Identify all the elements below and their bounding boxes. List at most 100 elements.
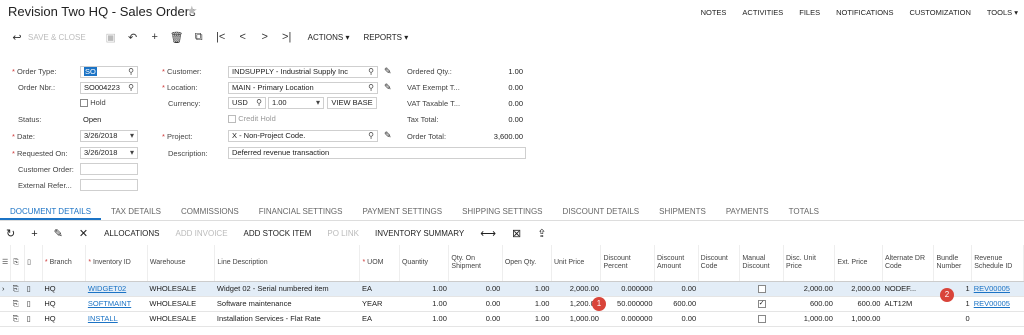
edit-icon[interactable]: ✎: [54, 227, 63, 240]
col-branch[interactable]: Branch: [42, 245, 87, 282]
reports-menu[interactable]: REPORTS ▾: [363, 33, 408, 42]
save-icon[interactable]: ▣: [100, 31, 122, 44]
cell-discount-code[interactable]: [698, 296, 740, 312]
manual-discount-checkbox[interactable]: [757, 315, 766, 323]
tab-tax-details[interactable]: TAX DETAILS: [101, 201, 171, 220]
activities-link[interactable]: ACTIVITIES: [742, 8, 783, 17]
currency-field[interactable]: USD ⚲: [228, 97, 266, 109]
cell-branch[interactable]: HQ: [42, 311, 86, 327]
fit-columns-icon[interactable]: ⟷: [480, 227, 496, 240]
cell-alternate-dr-code[interactable]: [882, 311, 934, 327]
notifications-link[interactable]: NOTIFICATIONS: [836, 8, 893, 17]
cell-alternate-dr-code[interactable]: ALT12M: [882, 296, 934, 312]
cell-branch[interactable]: HQ: [42, 281, 86, 297]
cell-warehouse[interactable]: WHOLESALE: [147, 296, 215, 312]
cell-quantity[interactable]: 1.00: [399, 311, 449, 327]
allocations-button[interactable]: ALLOCATIONS: [104, 229, 159, 238]
requested-on-field[interactable]: 3/26/2018 ▾: [80, 147, 138, 159]
manual-discount-checkbox[interactable]: [757, 285, 766, 293]
tab-discount-details[interactable]: DISCOUNT DETAILS: [553, 201, 650, 220]
col-warehouse[interactable]: Warehouse: [147, 245, 216, 282]
upload-icon[interactable]: ⇪: [537, 227, 546, 240]
cell-description[interactable]: Software maintenance: [214, 296, 360, 312]
cell-discount-percent[interactable]: 0.000000: [600, 311, 655, 327]
inventory-summary-button[interactable]: INVENTORY SUMMARY: [375, 229, 464, 238]
back-arrow-icon[interactable]: ↩: [6, 31, 28, 44]
table-row[interactable]: ⎘ ▯ HQ INSTALL WHOLESALE Installation Se…: [0, 311, 1024, 327]
col-uom[interactable]: UOM: [359, 245, 400, 282]
cell-inventory-id[interactable]: INSTALL: [85, 311, 148, 327]
cell-uom[interactable]: EA: [359, 311, 400, 327]
cell-warehouse[interactable]: WHOLESALE: [147, 281, 215, 297]
cell-branch[interactable]: HQ: [42, 296, 86, 312]
cell-unit-price[interactable]: 1,000.00: [551, 311, 601, 327]
add-stock-item-button[interactable]: ADD STOCK ITEM: [244, 229, 312, 238]
tab-shipping-settings[interactable]: SHIPPING SETTINGS: [452, 201, 552, 220]
credit-hold-checkbox[interactable]: [228, 114, 236, 123]
tab-document-details[interactable]: DOCUMENT DETAILS: [0, 201, 102, 220]
cell-revenue-schedule-id[interactable]: REV00005: [971, 296, 1024, 312]
col-line-description[interactable]: Line Description: [214, 245, 361, 282]
cell-warehouse[interactable]: WHOLESALE: [147, 311, 215, 327]
col-revenue-schedule-id[interactable]: Revenue Schedule ID: [971, 245, 1024, 282]
cell-inventory-id[interactable]: SOFTMAINT: [85, 296, 148, 312]
undo-icon[interactable]: ↶: [122, 31, 144, 44]
rate-field[interactable]: 1.00 ▾: [268, 97, 324, 109]
view-base-button[interactable]: VIEW BASE: [327, 97, 377, 109]
col-quantity[interactable]: Quantity: [399, 245, 450, 282]
customization-link[interactable]: CUSTOMIZATION: [909, 8, 970, 17]
favorite-star-icon[interactable]: ★: [186, 3, 198, 19]
tab-payment-settings[interactable]: PAYMENT SETTINGS: [352, 201, 452, 220]
edit-pencil-icon[interactable]: ✎: [384, 82, 392, 93]
cell-discount-amount[interactable]: 0.00: [654, 281, 699, 297]
add-icon[interactable]: +: [144, 31, 166, 43]
grid-settings-icon[interactable]: ☰: [0, 245, 12, 282]
cell-discount-amount[interactable]: 0.00: [654, 311, 699, 327]
cell-discount-amount[interactable]: 600.00: [654, 296, 699, 312]
date-field[interactable]: 3/26/2018 ▾: [80, 130, 138, 142]
col-qty-on-shipment[interactable]: Qty. On Shipment: [448, 245, 503, 282]
cell-description[interactable]: Installation Services - Flat Rate: [214, 311, 360, 327]
copy-paste-icon[interactable]: ⧉: [188, 31, 210, 44]
col-discount-percent[interactable]: Discount Percent: [600, 245, 655, 282]
cell-quantity[interactable]: 1.00: [399, 296, 449, 312]
hold-checkbox[interactable]: [80, 98, 88, 107]
actions-menu[interactable]: ACTIONS ▾: [308, 33, 350, 42]
cell-alternate-dr-code[interactable]: NODEF...: [882, 281, 934, 297]
edit-pencil-icon[interactable]: ✎: [384, 66, 392, 77]
cell-bundle-number[interactable]: 0: [933, 311, 972, 327]
manual-discount-checkbox-checked[interactable]: ✓: [757, 300, 766, 308]
notes-link[interactable]: NOTES: [701, 8, 727, 17]
tab-commissions[interactable]: COMMISSIONS: [171, 201, 249, 220]
cell-uom[interactable]: YEAR: [359, 296, 400, 312]
col-ext-price[interactable]: Ext. Price: [834, 245, 883, 282]
edit-pencil-icon[interactable]: ✎: [384, 130, 392, 141]
delete-row-icon[interactable]: ✕: [79, 227, 88, 240]
tab-totals[interactable]: TOTALS: [779, 201, 829, 220]
order-type-field[interactable]: SO ⚲: [80, 66, 138, 78]
cell-discount-code[interactable]: [698, 281, 740, 297]
col-unit-price[interactable]: Unit Price: [551, 245, 602, 282]
col-discount-code[interactable]: Discount Code: [698, 245, 741, 282]
cell-revenue-schedule-id[interactable]: REV00005: [971, 281, 1024, 297]
cell-ext-price[interactable]: 600.00: [834, 296, 883, 312]
cell-ext-price[interactable]: 2,000.00: [834, 281, 883, 297]
tab-financial-settings[interactable]: FINANCIAL SETTINGS: [249, 201, 353, 220]
location-field[interactable]: MAIN - Primary Location ⚲: [228, 82, 378, 94]
tools-menu[interactable]: TOOLS ▾: [987, 8, 1018, 17]
col-bundle-number[interactable]: Bundle Number: [933, 245, 973, 282]
next-record-icon[interactable]: >: [254, 31, 276, 43]
cell-uom[interactable]: EA: [359, 281, 400, 297]
col-discount-amount[interactable]: Discount Amount: [654, 245, 699, 282]
cell-discount-code[interactable]: [698, 311, 740, 327]
table-row[interactable]: ⎘ ▯ HQ SOFTMAINT WHOLESALE Software main…: [0, 296, 1024, 312]
add-row-icon[interactable]: +: [31, 228, 37, 240]
add-invoice-button[interactable]: ADD INVOICE: [176, 229, 228, 238]
last-record-icon[interactable]: >|: [276, 31, 298, 43]
cell-discount-percent[interactable]: 0.000000: [600, 281, 655, 297]
col-manual-discount[interactable]: Manual Discount: [739, 245, 784, 282]
cell-unit-price[interactable]: 2,000.00: [551, 281, 601, 297]
tab-shipments[interactable]: SHIPMENTS: [649, 201, 716, 220]
prev-record-icon[interactable]: <: [232, 31, 254, 43]
project-field[interactable]: X - Non-Project Code. ⚲: [228, 130, 378, 142]
